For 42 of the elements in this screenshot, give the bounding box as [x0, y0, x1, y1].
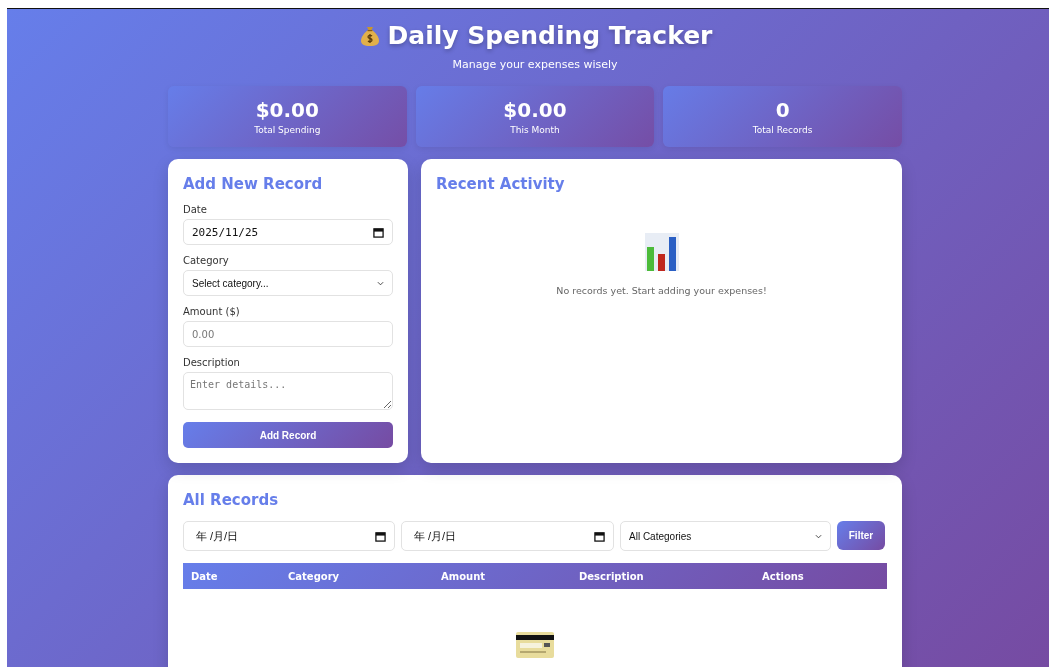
stat-value: $0.00 [254, 98, 320, 122]
date-input[interactable]: 年 /月/日 [196, 530, 346, 542]
bar-chart-icon [644, 233, 679, 271]
category-filter-select[interactable]: All Categories [620, 521, 831, 551]
filter-button[interactable]: Filter [837, 521, 885, 550]
category-select[interactable]: Select category... [183, 270, 393, 296]
column-header: Amount [441, 570, 487, 582]
chevron-icon [377, 280, 384, 286]
column-header: Date [191, 570, 219, 582]
column-header: Description [579, 570, 645, 582]
field-label: Description [183, 357, 241, 368]
date-filter-field[interactable]: 年 /月/日 [183, 521, 395, 551]
stat-label: This Month [509, 125, 561, 135]
amount-field[interactable]: 0.00 [183, 321, 393, 347]
column-header: Actions [762, 570, 805, 582]
stat-label: Total Records [751, 125, 814, 135]
app-title: Daily Spending Tracker [387, 21, 713, 50]
stat-value: 0 [774, 98, 791, 122]
calendar-icon[interactable] [373, 226, 384, 238]
select-value: Select category... [192, 277, 269, 289]
calendar-icon[interactable] [594, 530, 605, 542]
select-value: All Categories [629, 530, 692, 542]
date-filter-field[interactable]: 年 /月/日 [401, 521, 614, 551]
stat-value: $0.00 [502, 98, 568, 122]
chevron-icon [815, 533, 822, 539]
stat-label: Total Spending [253, 125, 322, 135]
add-record-button[interactable]: Add Record [183, 422, 393, 448]
calendar-icon[interactable] [375, 530, 386, 542]
activity-title: Recent Activity [436, 175, 566, 193]
credit-card-icon [516, 632, 554, 658]
date-input[interactable]: 年 /月/日 [414, 530, 564, 542]
records-title: All Records [183, 491, 280, 509]
date-field[interactable]: 2025/11/25 [183, 219, 393, 245]
field-label: Amount ($) [183, 306, 241, 317]
column-header: Category [288, 570, 341, 582]
field-label: Category [183, 255, 230, 266]
empty-message: No records yet. Start adding your expenses! [556, 285, 767, 296]
date-value: 2025/11/25 [192, 225, 259, 239]
field-label: Date [183, 204, 208, 215]
form-title: Add New Record [183, 175, 324, 193]
app-subtitle: Manage your expenses wisely [451, 58, 619, 71]
description-field[interactable]: Enter details... [183, 372, 393, 410]
